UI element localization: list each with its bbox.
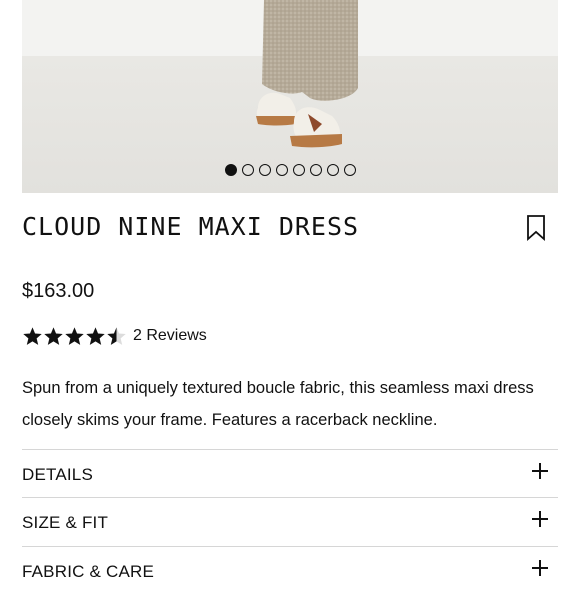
product-title: CLOUD NINE MAXI DRESS bbox=[22, 212, 360, 241]
star-icon bbox=[44, 326, 63, 345]
accordion-details-label: DETAILS bbox=[22, 465, 93, 484]
pagination-dot[interactable] bbox=[292, 164, 305, 176]
product-image[interactable] bbox=[22, 0, 558, 193]
pagination-dot[interactable] bbox=[326, 164, 339, 176]
reviews-link[interactable]: 2 Reviews bbox=[133, 327, 207, 345]
plus-icon bbox=[532, 560, 548, 576]
bookmark-icon[interactable] bbox=[524, 214, 548, 242]
star-icon bbox=[86, 326, 105, 345]
accordion-fabric-care-label: FABRIC & CARE bbox=[22, 562, 155, 581]
pagination-dot[interactable] bbox=[241, 164, 254, 176]
pagination-dot[interactable] bbox=[275, 164, 288, 176]
star-icon bbox=[23, 326, 42, 345]
product-description: Spun from a uniquely textured boucle fab… bbox=[22, 379, 534, 429]
pagination-dot[interactable] bbox=[343, 164, 356, 176]
rating-row[interactable]: 2 Reviews bbox=[22, 324, 207, 348]
pagination-dot[interactable] bbox=[309, 164, 322, 176]
accordion-size-fit[interactable]: SIZE & FIT bbox=[22, 497, 558, 546]
pagination-dot[interactable] bbox=[224, 164, 237, 176]
image-pagination-dots bbox=[22, 164, 558, 180]
plus-icon bbox=[532, 511, 548, 527]
product-price: $163.00 bbox=[22, 280, 95, 302]
rating-stars bbox=[22, 326, 127, 347]
accordion-fabric-care[interactable]: FABRIC & CARE bbox=[22, 546, 558, 595]
accordion-details[interactable]: DETAILS bbox=[22, 449, 558, 498]
plus-icon bbox=[532, 463, 548, 479]
accordion-size-fit-label: SIZE & FIT bbox=[22, 513, 109, 532]
star-icon bbox=[107, 326, 126, 345]
star-icon bbox=[65, 326, 84, 345]
pagination-dot[interactable] bbox=[258, 164, 271, 176]
